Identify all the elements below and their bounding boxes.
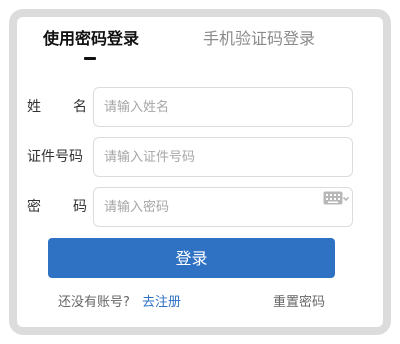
name-input[interactable] bbox=[93, 87, 353, 127]
password-label-char-2: 码 bbox=[73, 199, 87, 215]
password-label-char-1: 密 bbox=[27, 199, 41, 215]
tab-sms-login[interactable]: 手机验证码登录 bbox=[203, 29, 315, 49]
register-link[interactable]: 去注册 bbox=[142, 294, 181, 312]
tab-password-login[interactable]: 使用密码登录 bbox=[43, 29, 139, 49]
id-number-label: 证件号码 bbox=[27, 149, 83, 165]
password-label: 密 码 bbox=[27, 197, 87, 217]
name-label-char-1: 姓 bbox=[27, 99, 41, 115]
id-number-input[interactable] bbox=[93, 137, 353, 177]
name-label-char-2: 名 bbox=[73, 99, 87, 115]
login-button[interactable]: 登录 bbox=[48, 238, 335, 278]
no-account-text: 还没有账号? bbox=[58, 295, 130, 310]
name-label: 姓 名 bbox=[27, 97, 87, 117]
active-tab-indicator bbox=[84, 57, 96, 60]
virtual-keyboard-icon[interactable] bbox=[323, 190, 349, 208]
reset-password-link[interactable]: 重置密码 bbox=[273, 294, 325, 312]
password-input[interactable] bbox=[93, 187, 353, 227]
